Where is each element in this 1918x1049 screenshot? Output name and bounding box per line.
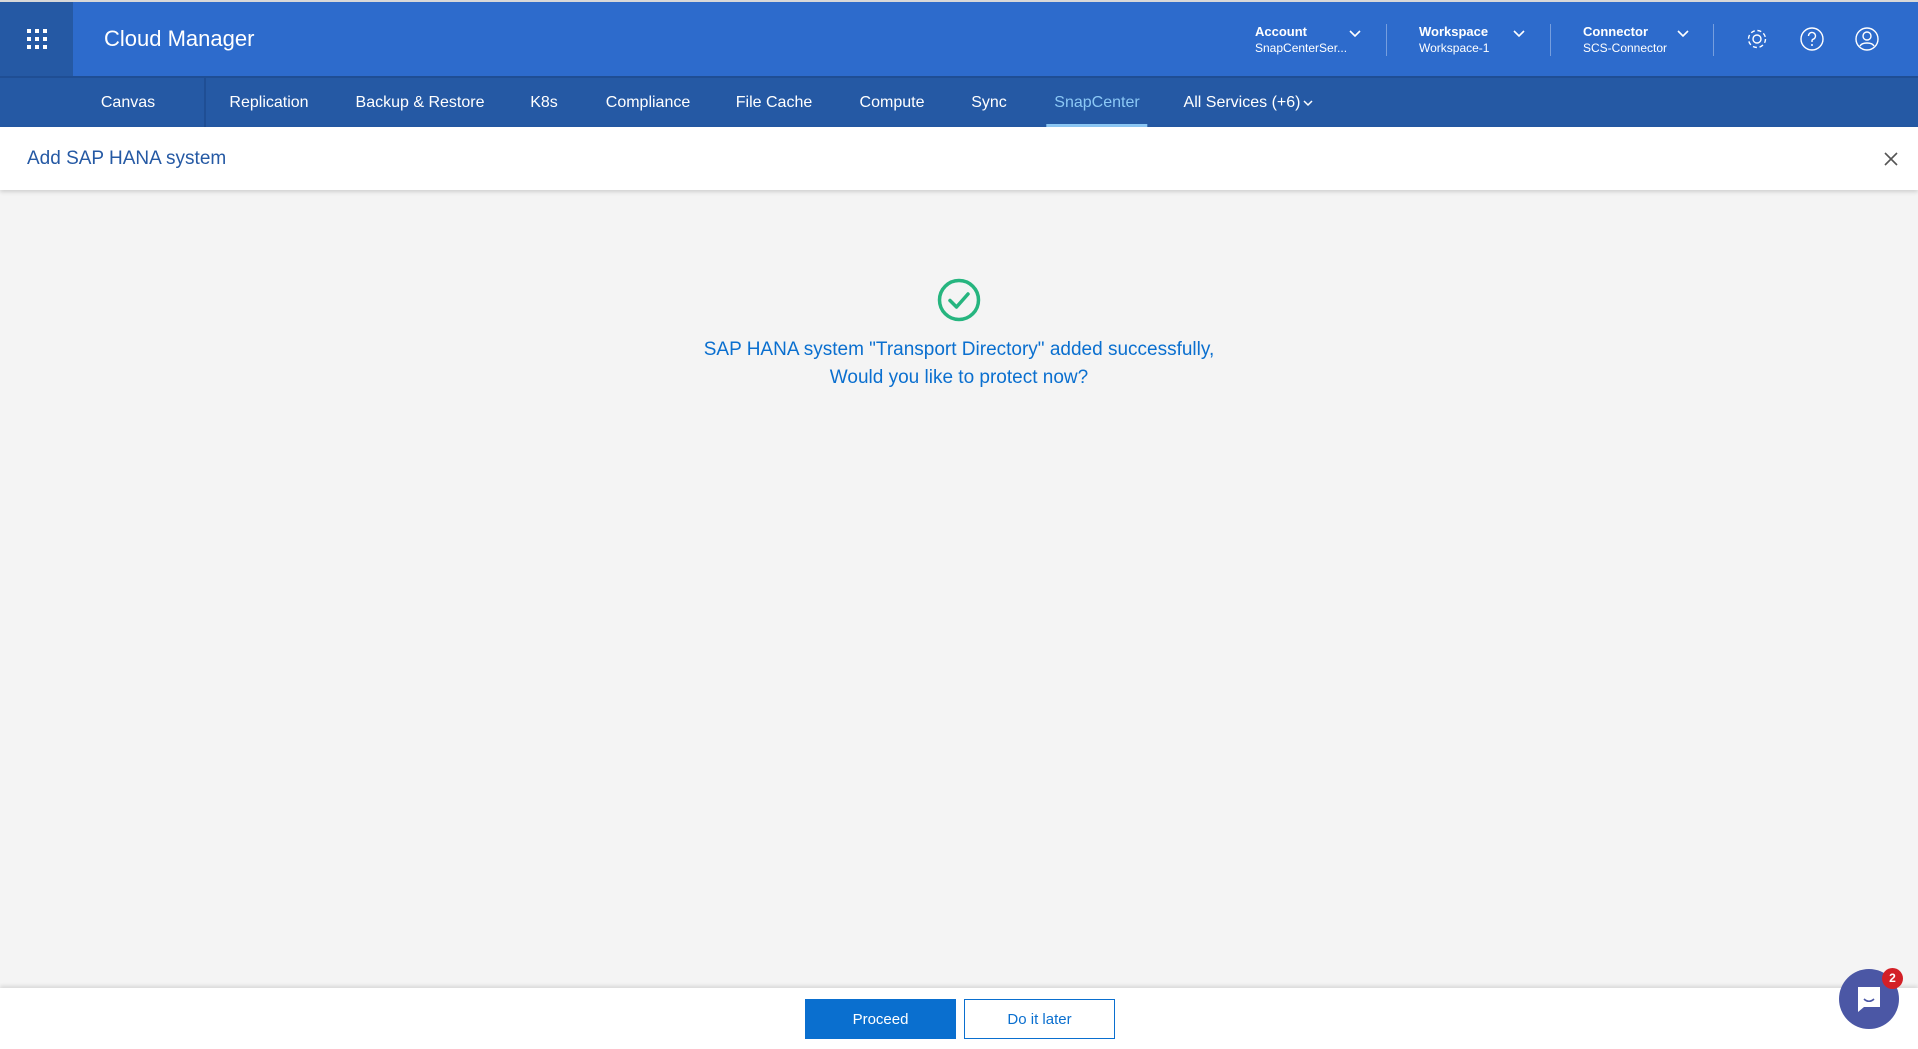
success-message: SAP HANA system "Transport Directory" ad… <box>0 278 1918 392</box>
account-selector[interactable]: Account SnapCenterSer... <box>1255 24 1347 55</box>
success-line-1: SAP HANA system "Transport Directory" ad… <box>703 339 1215 360</box>
connector-label: Connector <box>1583 24 1648 39</box>
page-header: Add SAP HANA system <box>0 127 1918 190</box>
chevron-down-icon[interactable] <box>1302 98 1314 108</box>
grid-icon <box>26 29 47 49</box>
app-title: Cloud Manager <box>104 26 255 51</box>
nav-k8s[interactable]: K8s <box>530 78 558 127</box>
divider <box>1550 24 1551 56</box>
close-icon[interactable] <box>1883 151 1899 167</box>
nav-snapcenter[interactable]: SnapCenter <box>1046 78 1148 127</box>
help-icon[interactable] <box>1799 26 1825 52</box>
do-it-later-button[interactable]: Do it later <box>964 999 1115 1039</box>
chat-icon <box>1858 987 1880 1012</box>
nav-compute[interactable]: Compute <box>860 78 925 127</box>
chevron-down-icon[interactable] <box>1676 28 1690 38</box>
account-value: SnapCenterSer... <box>1255 41 1348 55</box>
workspace-selector[interactable]: Workspace Workspace-1 <box>1419 24 1489 55</box>
footer: Proceed Do it later <box>0 988 1918 1049</box>
divider <box>1386 24 1387 56</box>
nav-file-cache[interactable]: File Cache <box>736 78 812 127</box>
nav-compliance[interactable]: Compliance <box>606 78 690 127</box>
nav-replication[interactable]: Replication <box>229 78 308 127</box>
page-title: Add SAP HANA system <box>27 148 227 169</box>
success-check-icon <box>937 278 981 322</box>
nav-sync[interactable]: Sync <box>971 78 1007 127</box>
proceed-button[interactable]: Proceed <box>805 999 956 1039</box>
connector-value: SCS-Connector <box>1583 41 1668 55</box>
gear-icon[interactable] <box>1744 26 1770 52</box>
workspace-label: Workspace <box>1419 24 1489 39</box>
nav-canvas[interactable]: Canvas <box>101 78 155 127</box>
divider <box>204 78 206 127</box>
chevron-down-icon[interactable] <box>1348 28 1362 38</box>
service-nav: Canvas Replication Backup & Restore K8s … <box>0 76 1918 127</box>
user-icon[interactable] <box>1854 26 1880 52</box>
chat-notification-badge: 2 <box>1882 968 1903 989</box>
nav-all-services[interactable]: All Services (+6) <box>1184 78 1301 127</box>
connector-selector[interactable]: Connector SCS-Connector <box>1583 24 1667 55</box>
success-line-2: Would you like to protect now? <box>829 367 1089 388</box>
nav-backup-restore[interactable]: Backup & Restore <box>356 78 485 127</box>
app-grid-button[interactable] <box>0 2 73 76</box>
workspace-value: Workspace-1 <box>1419 41 1490 55</box>
account-label: Account <box>1255 24 1307 39</box>
chevron-down-icon[interactable] <box>1512 28 1526 38</box>
top-bar: Cloud Manager Account SnapCenterSer... W… <box>0 0 1918 76</box>
divider <box>1713 24 1714 56</box>
